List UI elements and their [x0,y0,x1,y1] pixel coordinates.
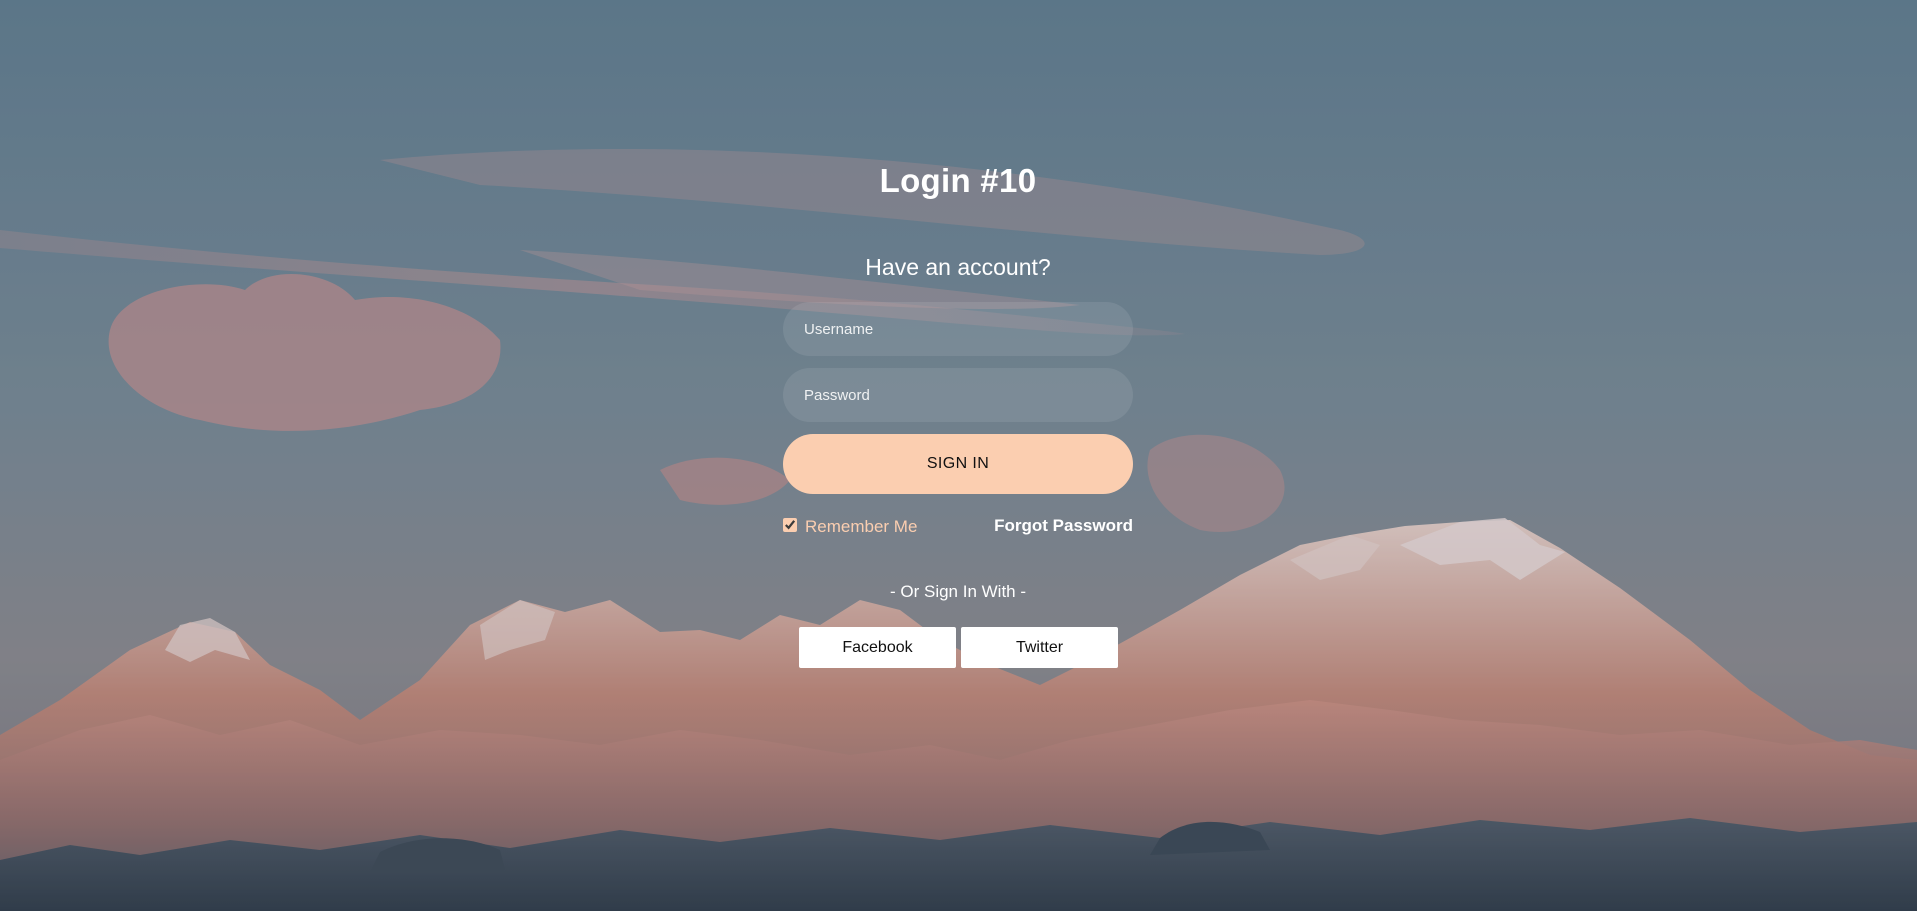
forgot-password-link[interactable]: Forgot Password [994,516,1133,536]
password-input[interactable] [783,368,1133,422]
remember-me-checkbox[interactable] [783,518,797,532]
login-subtitle: Have an account? [865,254,1051,280]
or-sign-in-with-text: - Or Sign In With - [889,582,1027,601]
remember-me-label: Remember Me [805,517,918,536]
sign-in-button[interactable]: SIGN IN [783,434,1133,494]
facebook-button[interactable]: Facebook [799,627,956,668]
login-options: Remember Me Forgot Password [783,515,1133,539]
twitter-button[interactable]: Twitter [961,627,1118,668]
page-title: Login #10 [879,162,1037,199]
remember-me[interactable]: Remember Me [783,515,918,536]
username-input[interactable] [783,302,1133,356]
